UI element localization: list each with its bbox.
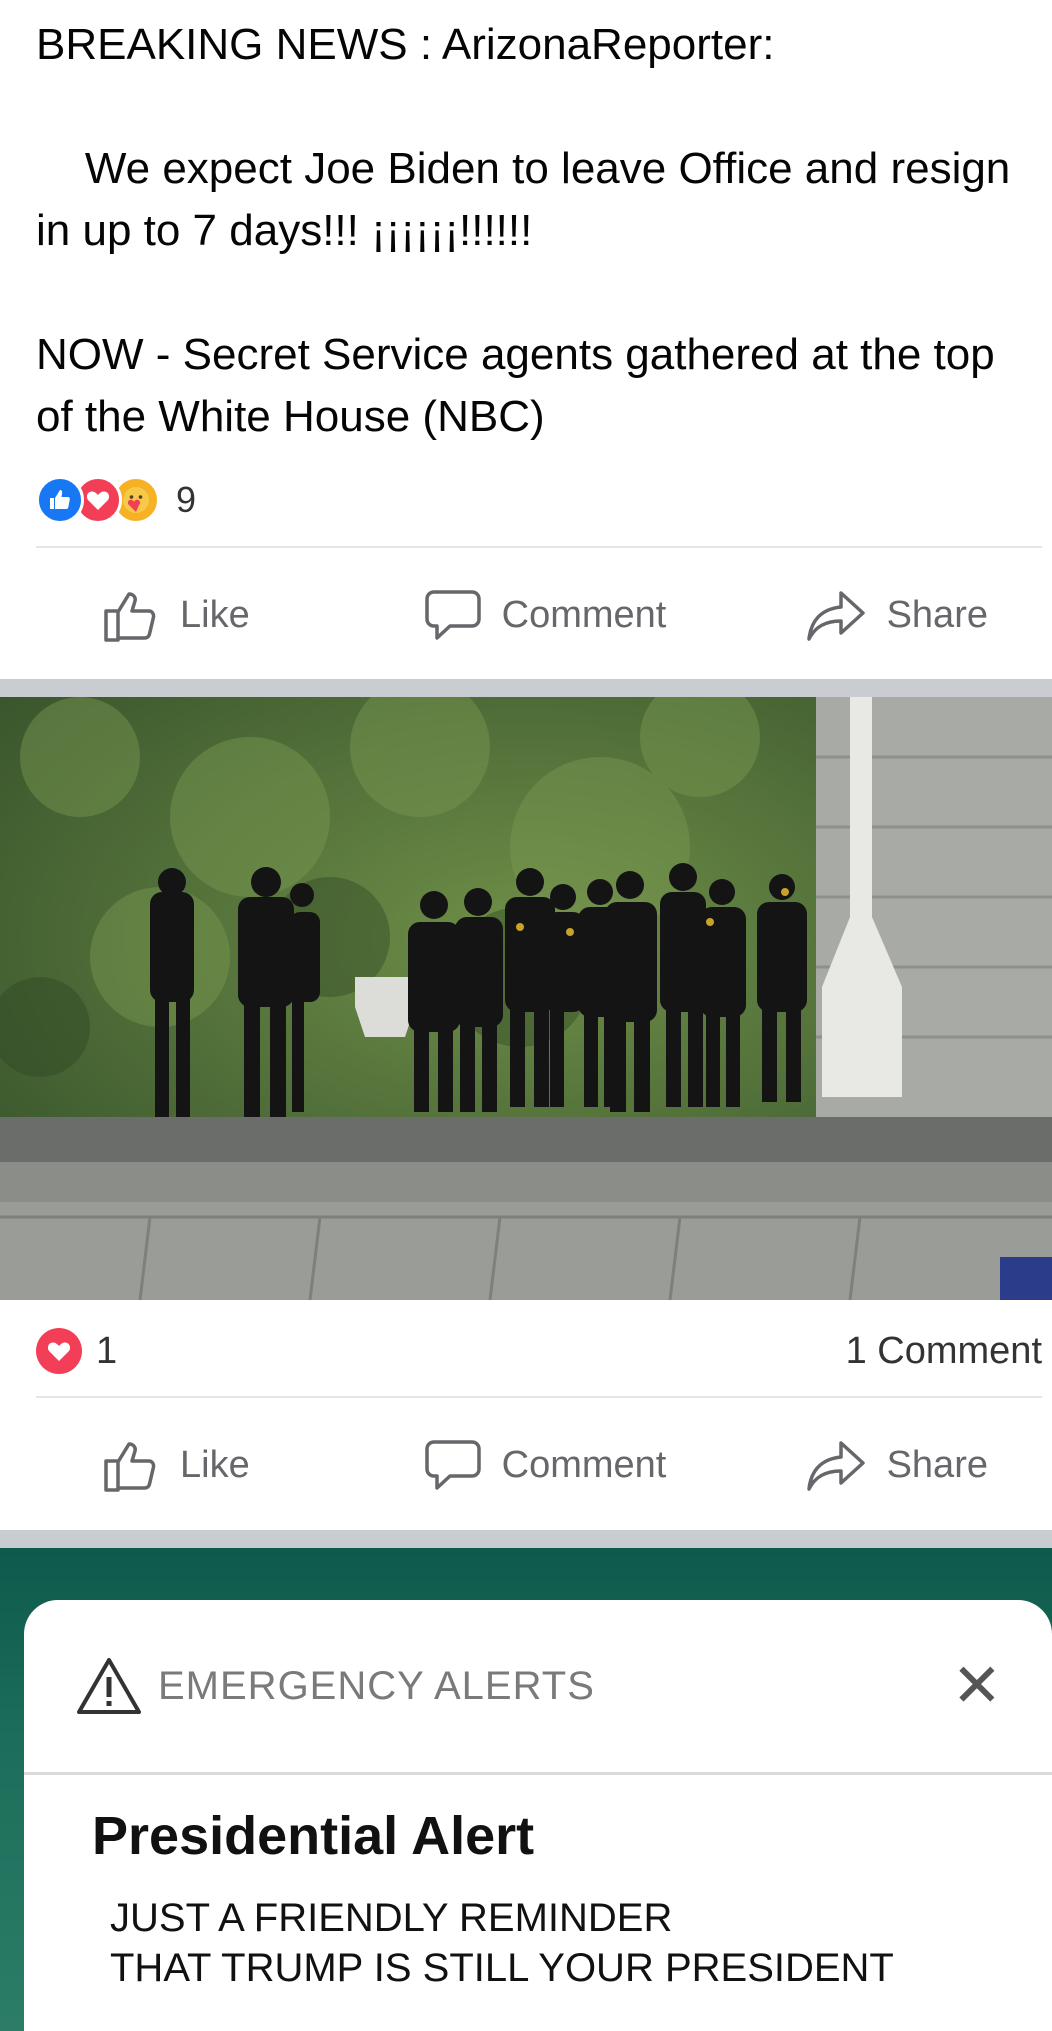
photo-post-stats: 1 1 Comment [36, 1320, 1042, 1382]
post-headline: BREAKING NEWS : ArizonaReporter: [36, 20, 775, 69]
share-label: Share [886, 1443, 988, 1486]
warning-icon [77, 1658, 141, 1714]
post-separator [0, 1530, 1052, 1548]
comment-bubble-icon [424, 590, 481, 640]
comment-label: Comment [501, 593, 667, 636]
alert-header: EMERGENCY ALERTS ✕ [24, 1600, 1052, 1775]
love-count: 1 [96, 1329, 118, 1372]
comment-label: Comment [501, 1443, 667, 1486]
post-separator [0, 679, 1052, 697]
like-label: Like [180, 593, 250, 636]
post-photo[interactable] [0, 697, 1052, 1300]
alert-image[interactable]: EMERGENCY ALERTS ✕ Presidential Alert JU… [0, 1548, 1052, 2031]
share-button[interactable]: Share [693, 1437, 1052, 1493]
reaction-count: 9 [176, 479, 197, 520]
alert-header-title: EMERGENCY ALERTS [158, 1663, 595, 1708]
share-label: Share [886, 593, 988, 636]
love-reaction-summary[interactable]: 1 [36, 1328, 117, 1374]
alert-message: JUST A FRIENDLY REMINDER THAT TRUMP IS S… [110, 1893, 1052, 1993]
photo-action-bar: Like Comment Share [0, 1410, 1052, 1520]
like-label: Like [180, 1443, 250, 1486]
alert-message-line-2: THAT TRUMP IS STILL YOUR PRESIDENT [110, 1946, 894, 1990]
thumbs-up-icon [104, 592, 156, 642]
love-reaction-icon [36, 1328, 82, 1374]
alert-body: Presidential Alert JUST A FRIENDLY REMIN… [24, 1775, 1052, 1993]
like-button[interactable]: Like [0, 1437, 397, 1493]
close-icon[interactable]: ✕ [952, 1656, 1002, 1716]
share-button[interactable]: Share [693, 587, 1052, 643]
alert-message-line: JUST A FRIENDLY REMINDER [110, 1896, 673, 1940]
comment-bubble-icon [424, 1440, 481, 1490]
comment-button[interactable]: Comment [397, 1437, 692, 1493]
comment-button[interactable]: Comment [397, 587, 692, 643]
reactions-summary[interactable]: 9 [36, 472, 196, 528]
divider [36, 546, 1042, 548]
share-arrow-icon [806, 591, 865, 641]
comment-count-link[interactable]: 1 Comment [846, 1330, 1042, 1373]
alert-card: EMERGENCY ALERTS ✕ Presidential Alert JU… [24, 1600, 1052, 2031]
thumbs-up-icon [104, 1442, 156, 1492]
divider [36, 1396, 1042, 1398]
like-button[interactable]: Like [0, 587, 397, 643]
like-reaction-icon [36, 476, 84, 524]
post-action-bar: Like Comment Share [0, 560, 1052, 670]
post-body-line: We expect Joe Biden to leave Office and … [36, 144, 1023, 255]
alert-title: Presidential Alert [92, 1806, 535, 1866]
post-body-line-2: NOW - Secret Service agents gathered at … [36, 330, 1007, 441]
post-text: BREAKING NEWS : ArizonaReporter: We expe… [36, 14, 1036, 448]
share-arrow-icon [806, 1441, 865, 1491]
